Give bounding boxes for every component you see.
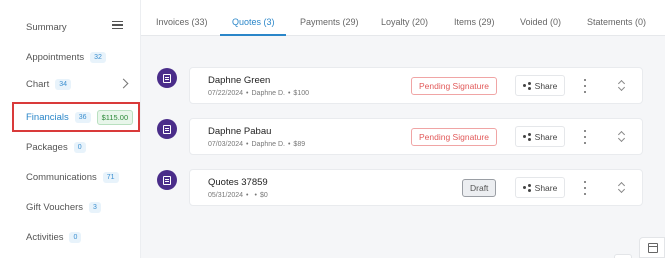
- sidebar-item-label: Gift Vouchers: [26, 201, 84, 213]
- quote-client-name: Daphne Green: [208, 75, 271, 86]
- quote-date: 07/22/2024: [208, 90, 244, 97]
- meta-separator: •: [246, 90, 249, 97]
- share-label: Share: [534, 182, 558, 193]
- meta-separator: •: [287, 141, 291, 148]
- sidebar-item-label: Appointments: [26, 51, 85, 63]
- kebab-menu-icon[interactable]: [583, 181, 586, 195]
- sort-icon[interactable]: [617, 129, 626, 145]
- quote-document-icon: [157, 170, 177, 190]
- meta-separator: •: [246, 141, 249, 148]
- quote-meta: 05/31/2024 • • $0: [208, 192, 268, 199]
- sidebar-item-label: Activities: [26, 231, 64, 243]
- sort-icon[interactable]: [617, 180, 626, 196]
- calendar-icon: [648, 243, 658, 253]
- share-button[interactable]: Share: [515, 75, 565, 96]
- quote-row[interactable]: Daphne Green 07/22/2024 • Daphne D. • $100 P…: [189, 67, 643, 104]
- quote-row[interactable]: Quotes 37859 05/31/2024 • • $0 Draft Share: [189, 169, 643, 206]
- share-button[interactable]: Share: [515, 177, 565, 198]
- count-badge: 71: [102, 171, 119, 183]
- sidebar-item-communications[interactable]: Communications 71: [26, 169, 119, 185]
- share-button[interactable]: Share: [515, 126, 565, 147]
- quote-document-icon: [157, 119, 177, 139]
- status-badge: Draft: [462, 179, 497, 197]
- tab-loyalty[interactable]: Loyalty (20): [381, 17, 428, 27]
- quote-date: 05/31/2024: [208, 192, 244, 199]
- quote-date: 07/03/2024: [208, 141, 244, 148]
- sidebar: Summary Appointments 32 Chart 34 Financi…: [0, 0, 141, 258]
- calendar-button[interactable]: [639, 237, 665, 258]
- quote-amount: $0: [259, 192, 268, 199]
- sort-icon[interactable]: [617, 78, 626, 94]
- share-icon: [522, 81, 531, 90]
- sidebar-summary-title[interactable]: Summary: [26, 22, 67, 33]
- menu-icon[interactable]: [112, 21, 123, 31]
- kebab-menu-icon[interactable]: [583, 130, 586, 144]
- share-label: Share: [534, 80, 558, 91]
- count-badge: 32: [90, 51, 106, 63]
- count-badge: 0: [69, 231, 82, 243]
- count-badge: 0: [73, 141, 86, 153]
- share-icon: [522, 183, 531, 192]
- tab-voided[interactable]: Voided (0): [520, 17, 561, 27]
- selection-highlight: [12, 102, 140, 132]
- tab-quotes[interactable]: Quotes (3): [232, 17, 275, 27]
- pagination-control[interactable]: [614, 254, 632, 258]
- sidebar-item-packages[interactable]: Packages 0: [26, 139, 86, 155]
- sidebar-item-gift-vouchers[interactable]: Gift Vouchers 3: [26, 199, 101, 215]
- tab-invoices[interactable]: Invoices (33): [156, 17, 208, 27]
- sidebar-item-activities[interactable]: Activities 0: [26, 229, 82, 245]
- quote-meta: 07/03/2024 • Daphne D. • $89: [208, 141, 305, 148]
- meta-separator: •: [254, 192, 257, 199]
- quote-staff: Daphne D.: [251, 141, 285, 148]
- meta-separator: •: [287, 90, 291, 97]
- count-badge: 34: [55, 78, 72, 90]
- kebab-menu-icon[interactable]: [583, 79, 586, 93]
- financials-tabs: Invoices (33) Quotes (3) Payments (29) L…: [141, 0, 665, 36]
- count-badge: 3: [89, 201, 101, 213]
- quote-amount: $89: [293, 141, 306, 148]
- sidebar-item-chart[interactable]: Chart 34: [26, 76, 72, 92]
- sidebar-item-label: Packages: [26, 141, 68, 153]
- tab-items[interactable]: Items (29): [454, 17, 495, 27]
- tab-statements[interactable]: Statements (0): [587, 17, 646, 27]
- quote-document-icon: [157, 68, 177, 88]
- sidebar-item-label: Chart: [26, 78, 50, 90]
- sidebar-item-label: Communications: [26, 171, 97, 183]
- share-label: Share: [534, 131, 558, 142]
- quote-amount: $100: [293, 90, 309, 97]
- meta-separator: •: [246, 192, 249, 199]
- quote-meta: 07/22/2024 • Daphne D. • $100: [208, 90, 309, 97]
- status-badge: Pending Signature: [411, 128, 497, 146]
- tab-payments[interactable]: Payments (29): [300, 17, 359, 27]
- active-tab-indicator: [220, 34, 286, 36]
- quote-staff: Daphne D.: [251, 90, 285, 97]
- share-icon: [522, 132, 531, 141]
- quote-row[interactable]: Daphne Pabau 07/03/2024 • Daphne D. • $89 Pe…: [189, 118, 643, 155]
- status-badge: Pending Signature: [411, 77, 497, 95]
- chevron-right-icon[interactable]: [118, 78, 129, 89]
- quote-client-name: Daphne Pabau: [208, 126, 272, 137]
- sidebar-item-appointments[interactable]: Appointments 32: [26, 49, 106, 65]
- quote-client-name: Quotes 37859: [208, 177, 268, 188]
